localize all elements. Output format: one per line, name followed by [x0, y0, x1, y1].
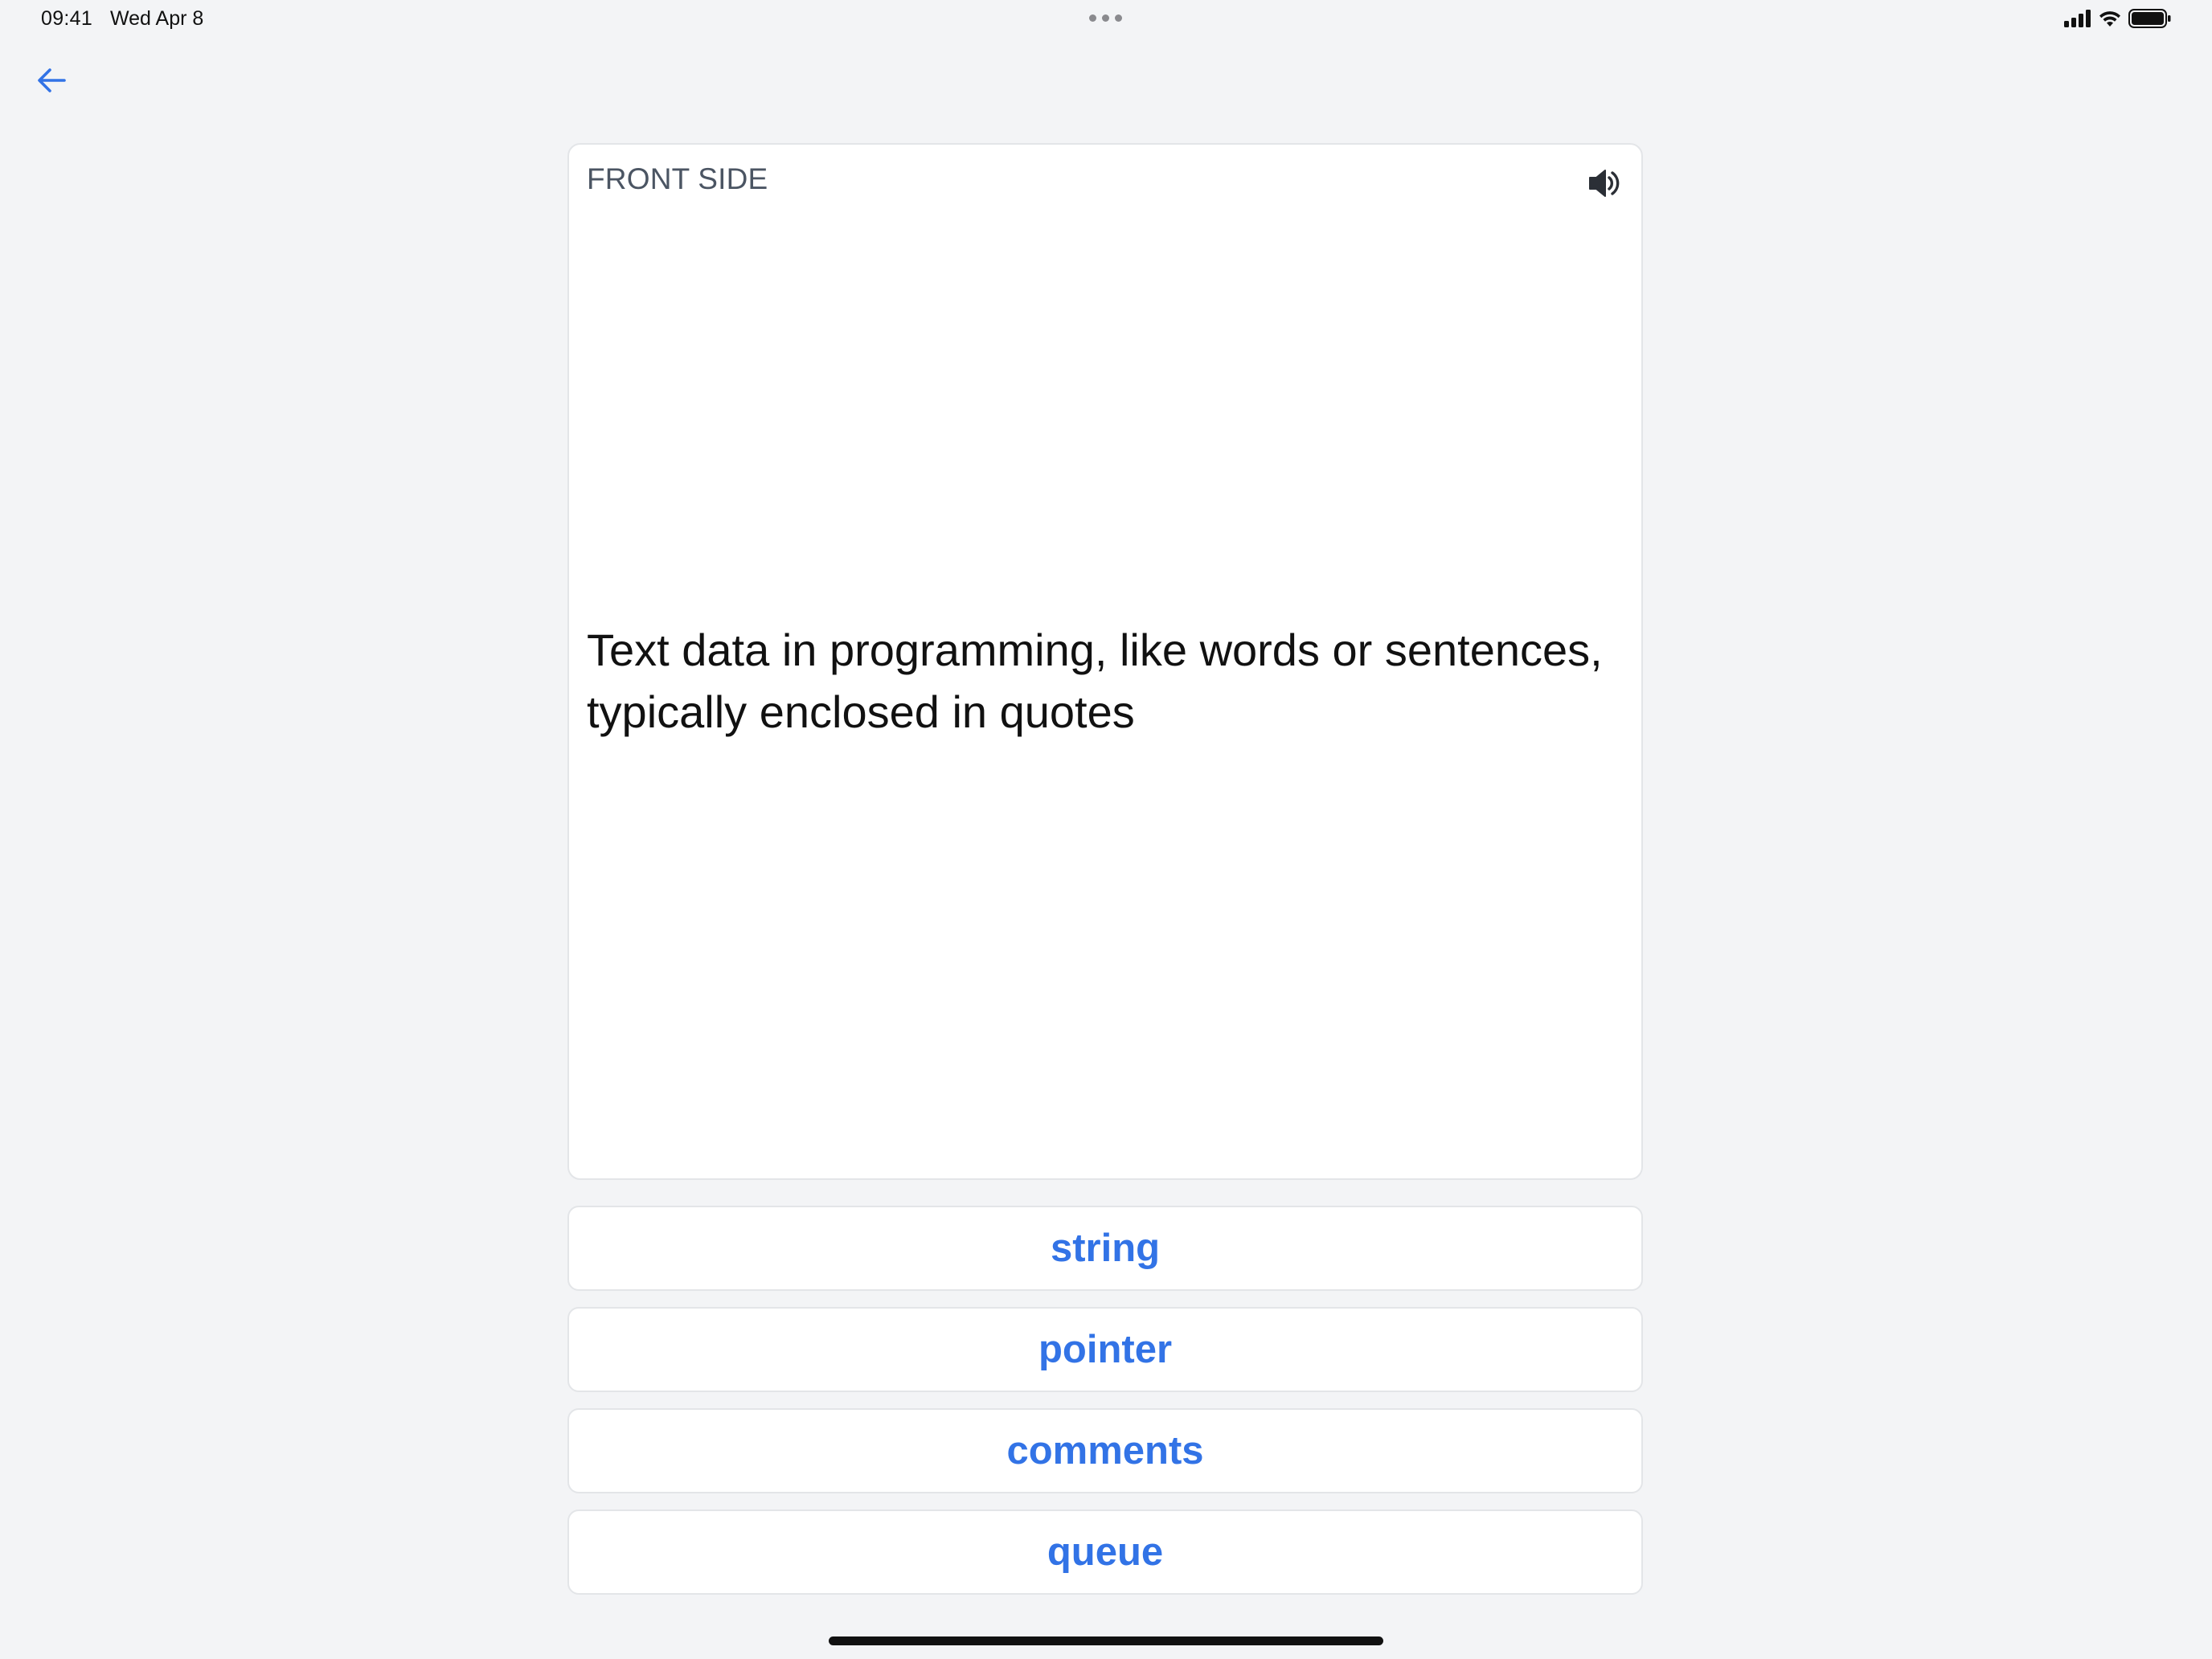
wifi-icon: [2099, 11, 2120, 27]
card-definition-text: Text data in programming, like words or …: [587, 625, 1603, 737]
home-indicator[interactable]: [829, 1636, 1383, 1645]
status-indicators: [2064, 9, 2172, 28]
option-button-queue[interactable]: queue: [567, 1509, 1643, 1595]
battery-icon: [2128, 9, 2171, 28]
speaker-icon: [1589, 170, 1620, 197]
speaker-button[interactable]: [1585, 164, 1624, 203]
status-bar: 09:41 Wed Apr 8: [0, 0, 2212, 40]
option-button-string[interactable]: string: [567, 1206, 1643, 1291]
multitasking-dots-icon[interactable]: [1089, 14, 1122, 22]
card-side-label: FRONT SIDE: [587, 162, 768, 195]
flashcard: FRONT SIDE Text data in programming, lik…: [567, 143, 1643, 1180]
arrow-left-icon: [38, 68, 66, 92]
status-date: Wed Apr 8: [110, 7, 204, 30]
option-button-comments[interactable]: comments: [567, 1408, 1643, 1493]
option-button-pointer[interactable]: pointer: [567, 1307, 1643, 1392]
cellular-signal-icon: [2064, 10, 2091, 27]
status-time: 09:41: [41, 7, 93, 30]
answer-options: string pointer comments queue: [567, 1206, 1643, 1611]
back-button[interactable]: [34, 63, 69, 98]
